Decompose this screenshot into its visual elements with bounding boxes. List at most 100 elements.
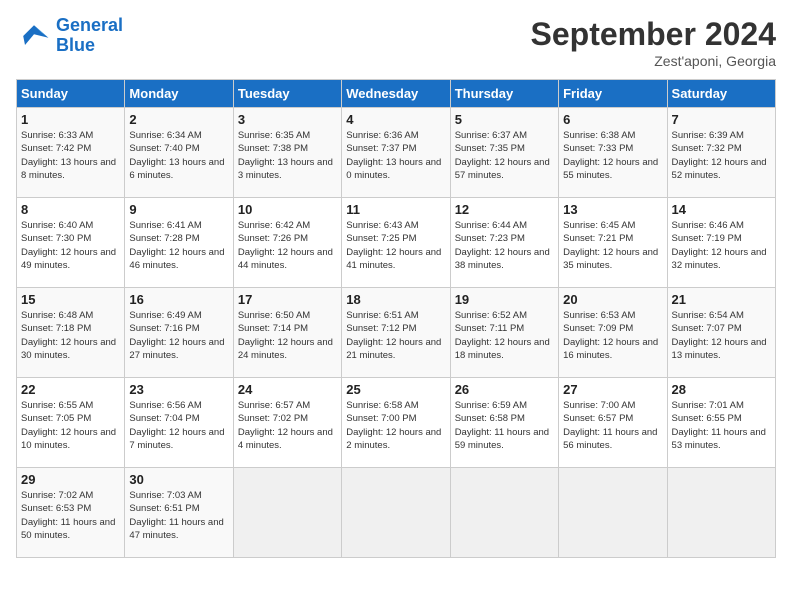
day-header-friday: Friday	[559, 80, 667, 108]
day-number: 13	[563, 202, 662, 217]
day-info: Sunrise: 6:34 AMSunset: 7:40 PMDaylight:…	[129, 130, 224, 181]
calendar-cell: 25 Sunrise: 6:58 AMSunset: 7:00 PMDayligh…	[342, 378, 450, 468]
calendar-cell: 7 Sunrise: 6:39 AMSunset: 7:32 PMDaylight…	[667, 108, 775, 198]
calendar-week-3: 15Sunrise: 6:48 AMSunset: 7:18 PMDayligh…	[17, 288, 776, 378]
day-number: 19	[455, 292, 554, 307]
calendar-cell: 5 Sunrise: 6:37 AMSunset: 7:35 PMDaylight…	[450, 108, 558, 198]
day-number: 6	[563, 112, 662, 127]
calendar-cell: 24Sunrise: 6:57 AMSunset: 7:02 PMDayligh…	[233, 378, 341, 468]
day-header-tuesday: Tuesday	[233, 80, 341, 108]
day-info: Sunrise: 7:03 AMSunset: 6:51 PMDaylight:…	[129, 490, 223, 541]
day-number: 5	[455, 112, 554, 127]
day-number: 15	[21, 292, 120, 307]
calendar-cell: 12 Sunrise: 6:44 AMSunset: 7:23 PMDayligh…	[450, 198, 558, 288]
day-info: Sunrise: 6:43 AMSunset: 7:25 PMDaylight:…	[346, 220, 441, 271]
day-info: Sunrise: 6:49 AMSunset: 7:16 PMDaylight:…	[129, 310, 224, 361]
day-number: 7	[672, 112, 771, 127]
day-info: Sunrise: 6:53 AMSunset: 7:09 PMDaylight:…	[563, 310, 658, 361]
calendar-cell: 23 Sunrise: 6:56 AMSunset: 7:04 PMDayligh…	[125, 378, 233, 468]
day-number: 4	[346, 112, 445, 127]
day-number: 20	[563, 292, 662, 307]
day-info: Sunrise: 6:59 AMSunset: 6:58 PMDaylight:…	[455, 400, 549, 451]
logo-icon	[16, 18, 52, 54]
calendar-cell: 3Sunrise: 6:35 AMSunset: 7:38 PMDaylight…	[233, 108, 341, 198]
day-info: Sunrise: 6:54 AMSunset: 7:07 PMDaylight:…	[672, 310, 767, 361]
day-number: 29	[21, 472, 120, 487]
calendar-week-5: 29 Sunrise: 7:02 AMSunset: 6:53 PMDayligh…	[17, 468, 776, 558]
calendar-cell: 29 Sunrise: 7:02 AMSunset: 6:53 PMDayligh…	[17, 468, 125, 558]
day-info: Sunrise: 6:50 AMSunset: 7:14 PMDaylight:…	[238, 310, 333, 361]
calendar-cell	[667, 468, 775, 558]
day-info: Sunrise: 6:33 AMSunset: 7:42 PMDaylight:…	[21, 130, 116, 181]
day-number: 21	[672, 292, 771, 307]
day-number: 28	[672, 382, 771, 397]
day-number: 25	[346, 382, 445, 397]
logo: General Blue	[16, 16, 123, 56]
day-number: 17	[238, 292, 337, 307]
day-info: Sunrise: 6:56 AMSunset: 7:04 PMDaylight:…	[129, 400, 224, 451]
day-info: Sunrise: 6:35 AMSunset: 7:38 PMDaylight:…	[238, 130, 333, 181]
day-number: 16	[129, 292, 228, 307]
calendar-table: SundayMondayTuesdayWednesdayThursdayFrid…	[16, 79, 776, 558]
day-info: Sunrise: 6:45 AMSunset: 7:21 PMDaylight:…	[563, 220, 658, 271]
calendar-cell	[450, 468, 558, 558]
calendar-cell: 26Sunrise: 6:59 AMSunset: 6:58 PMDayligh…	[450, 378, 558, 468]
day-info: Sunrise: 6:57 AMSunset: 7:02 PMDaylight:…	[238, 400, 333, 451]
day-header-saturday: Saturday	[667, 80, 775, 108]
location-subtitle: Zest'aponi, Georgia	[531, 53, 776, 69]
day-number: 8	[21, 202, 120, 217]
day-info: Sunrise: 6:37 AMSunset: 7:35 PMDaylight:…	[455, 130, 550, 181]
page-header: General Blue September 2024 Zest'aponi, …	[16, 16, 776, 69]
day-number: 11	[346, 202, 445, 217]
calendar-cell: 30 Sunrise: 7:03 AMSunset: 6:51 PMDayligh…	[125, 468, 233, 558]
title-block: September 2024 Zest'aponi, Georgia	[531, 16, 776, 69]
day-info: Sunrise: 6:51 AMSunset: 7:12 PMDaylight:…	[346, 310, 441, 361]
day-info: Sunrise: 6:52 AMSunset: 7:11 PMDaylight:…	[455, 310, 550, 361]
calendar-cell: 17 Sunrise: 6:50 AMSunset: 7:14 PMDayligh…	[233, 288, 341, 378]
day-info: Sunrise: 6:58 AMSunset: 7:00 PMDaylight:…	[346, 400, 441, 451]
day-number: 22	[21, 382, 120, 397]
calendar-cell: 8 Sunrise: 6:40 AMSunset: 7:30 PMDaylight…	[17, 198, 125, 288]
calendar-cell	[342, 468, 450, 558]
day-number: 10	[238, 202, 337, 217]
logo-line2: Blue	[56, 35, 95, 55]
calendar-cell: 21 Sunrise: 6:54 AMSunset: 7:07 PMDayligh…	[667, 288, 775, 378]
calendar-cell: 15Sunrise: 6:48 AMSunset: 7:18 PMDayligh…	[17, 288, 125, 378]
calendar-cell: 11 Sunrise: 6:43 AMSunset: 7:25 PMDayligh…	[342, 198, 450, 288]
calendar-cell: 28Sunrise: 7:01 AMSunset: 6:55 PMDayligh…	[667, 378, 775, 468]
day-number: 12	[455, 202, 554, 217]
day-info: Sunrise: 6:36 AMSunset: 7:37 PMDaylight:…	[346, 130, 441, 181]
day-number: 18	[346, 292, 445, 307]
calendar-cell: 6 Sunrise: 6:38 AMSunset: 7:33 PMDaylight…	[559, 108, 667, 198]
day-info: Sunrise: 6:38 AMSunset: 7:33 PMDaylight:…	[563, 130, 658, 181]
day-number: 14	[672, 202, 771, 217]
calendar-cell	[559, 468, 667, 558]
calendar-cell: 19 Sunrise: 6:52 AMSunset: 7:11 PMDayligh…	[450, 288, 558, 378]
calendar-cell	[233, 468, 341, 558]
day-number: 9	[129, 202, 228, 217]
day-number: 2	[129, 112, 228, 127]
day-info: Sunrise: 7:02 AMSunset: 6:53 PMDaylight:…	[21, 490, 115, 541]
day-info: Sunrise: 6:55 AMSunset: 7:05 PMDaylight:…	[21, 400, 116, 451]
day-info: Sunrise: 6:39 AMSunset: 7:32 PMDaylight:…	[672, 130, 767, 181]
calendar-cell: 22 Sunrise: 6:55 AMSunset: 7:05 PMDayligh…	[17, 378, 125, 468]
calendar-week-4: 22 Sunrise: 6:55 AMSunset: 7:05 PMDayligh…	[17, 378, 776, 468]
day-number: 27	[563, 382, 662, 397]
calendar-cell: 4 Sunrise: 6:36 AMSunset: 7:37 PMDaylight…	[342, 108, 450, 198]
calendar-cell: 13 Sunrise: 6:45 AMSunset: 7:21 PMDayligh…	[559, 198, 667, 288]
logo-line1: General	[56, 15, 123, 35]
day-info: Sunrise: 6:46 AMSunset: 7:19 PMDaylight:…	[672, 220, 767, 271]
day-header-wednesday: Wednesday	[342, 80, 450, 108]
day-number: 30	[129, 472, 228, 487]
day-info: Sunrise: 6:42 AMSunset: 7:26 PMDaylight:…	[238, 220, 333, 271]
calendar-cell: 20 Sunrise: 6:53 AMSunset: 7:09 PMDayligh…	[559, 288, 667, 378]
calendar-cell: 9Sunrise: 6:41 AMSunset: 7:28 PMDaylight…	[125, 198, 233, 288]
day-info: Sunrise: 6:40 AMSunset: 7:30 PMDaylight:…	[21, 220, 116, 271]
calendar-week-2: 8 Sunrise: 6:40 AMSunset: 7:30 PMDaylight…	[17, 198, 776, 288]
day-header-thursday: Thursday	[450, 80, 558, 108]
day-number: 23	[129, 382, 228, 397]
day-header-row: SundayMondayTuesdayWednesdayThursdayFrid…	[17, 80, 776, 108]
day-info: Sunrise: 7:00 AMSunset: 6:57 PMDaylight:…	[563, 400, 657, 451]
day-info: Sunrise: 6:44 AMSunset: 7:23 PMDaylight:…	[455, 220, 550, 271]
calendar-cell: 14 Sunrise: 6:46 AMSunset: 7:19 PMDayligh…	[667, 198, 775, 288]
